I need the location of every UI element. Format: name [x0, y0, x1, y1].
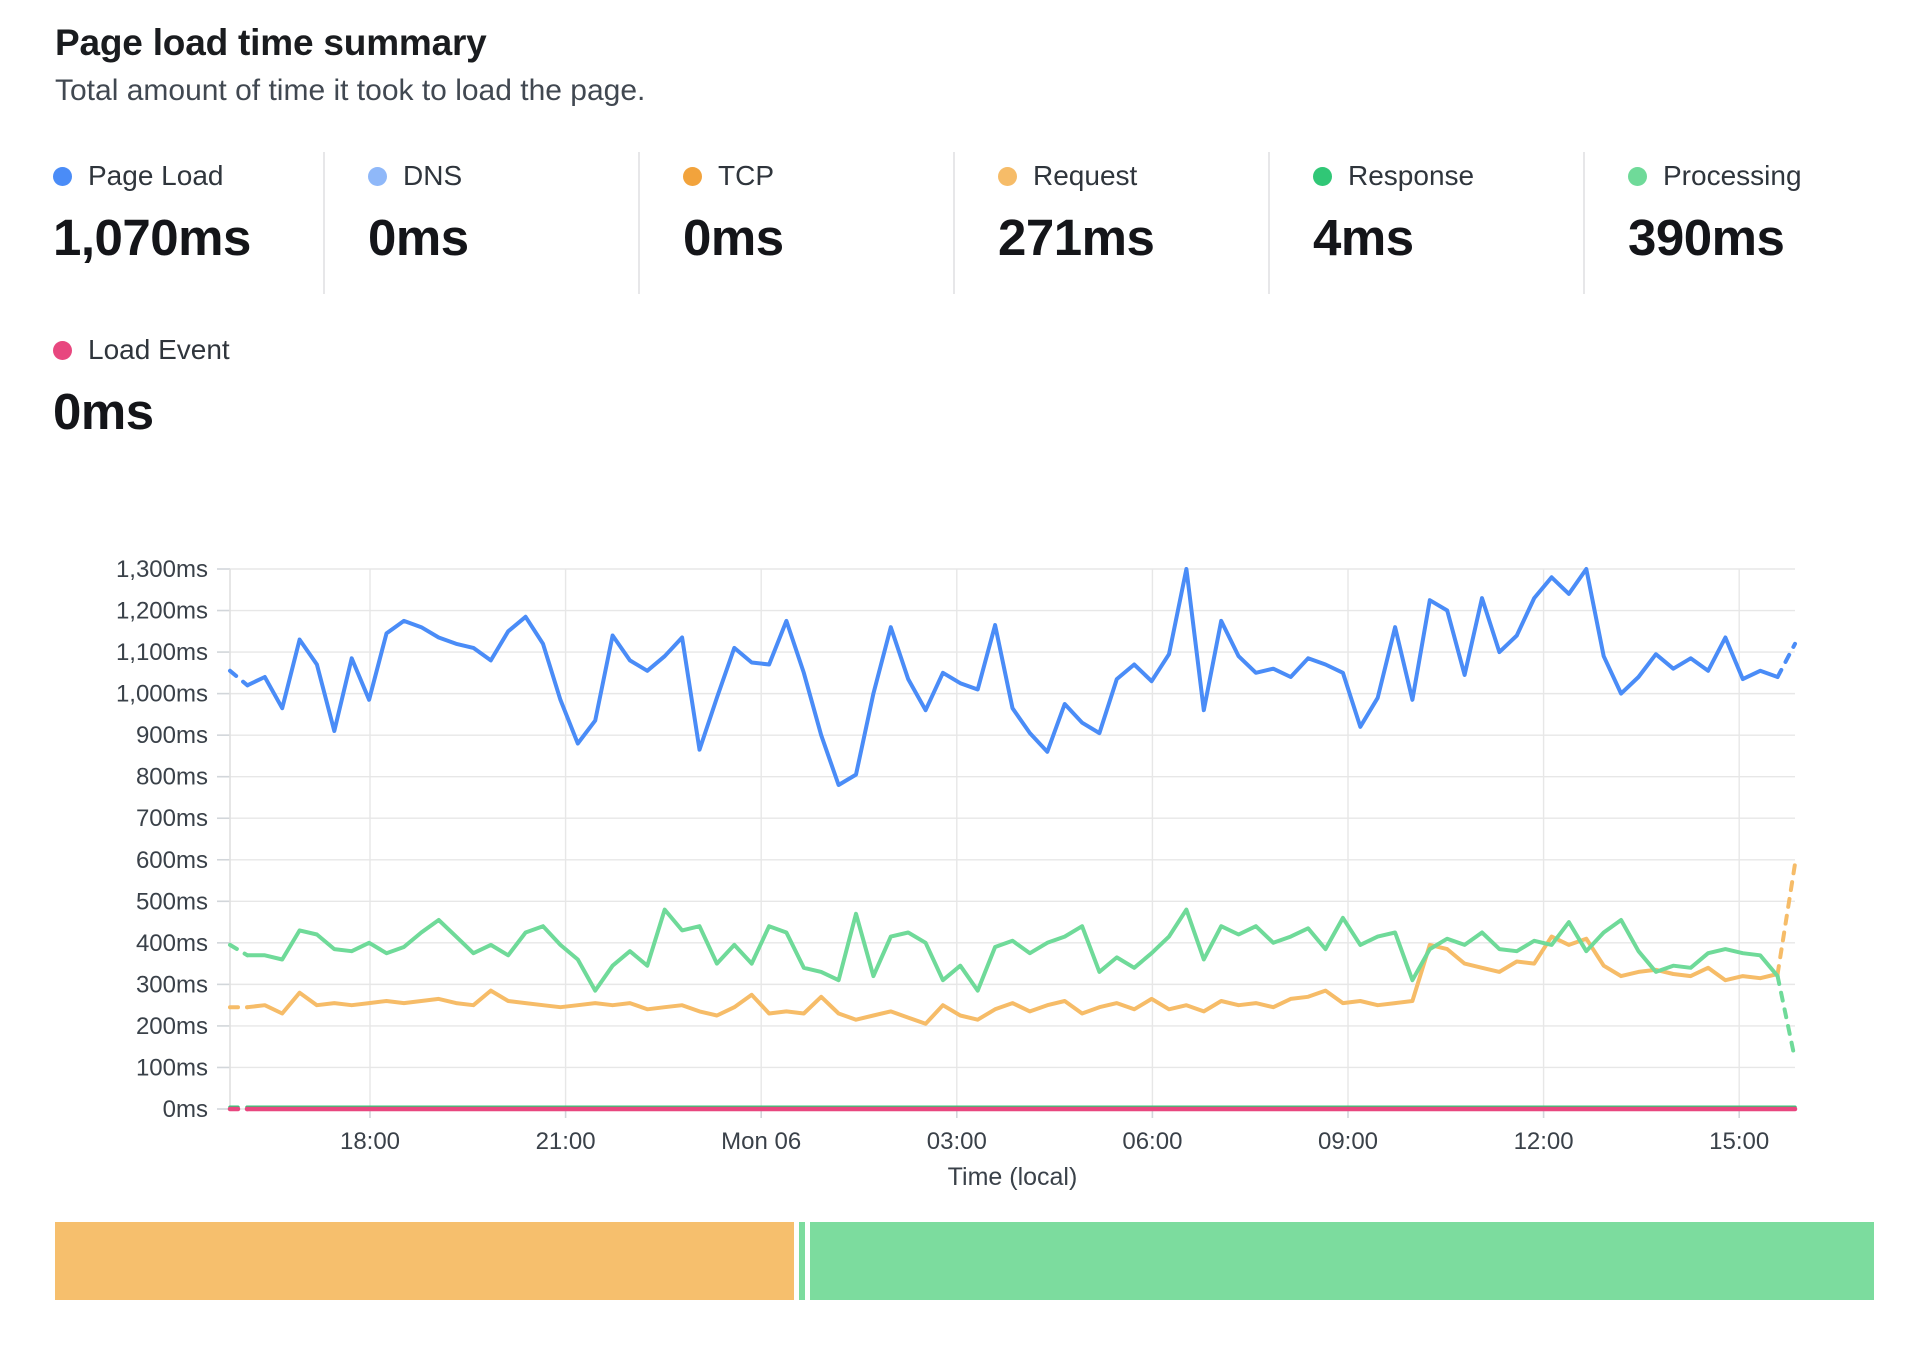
page-title: Page load time summary [55, 22, 487, 64]
y-tick-label: 400ms [136, 930, 208, 957]
stat-label: DNS [403, 160, 462, 192]
stat-value: 390ms [1628, 208, 1802, 267]
y-tick-label: 1,200ms [116, 598, 208, 625]
request-legend-dot-icon [998, 167, 1017, 186]
stat-label: Page Load [88, 160, 223, 192]
stat-label: Response [1348, 160, 1474, 192]
stat-divider [1583, 152, 1585, 294]
stat-value: 0ms [683, 208, 784, 267]
y-tick-label: 1,100ms [116, 639, 208, 666]
x-tick-label: Mon 06 [721, 1128, 801, 1155]
stat-request: Request 271ms [998, 160, 1154, 267]
stat-tcp: TCP 0ms [683, 160, 784, 267]
stat-divider [323, 152, 325, 294]
series-line-processing [1778, 976, 1795, 1059]
stat-value: 4ms [1313, 208, 1474, 267]
stat-divider [953, 152, 955, 294]
load-time-chart-svg[interactable]: 0ms 100ms 200ms 300ms 400ms 500ms 600ms 700ms 80… [0, 440, 1910, 1230]
series-line-page-load [1778, 644, 1795, 677]
series-line-page-load [230, 671, 247, 686]
x-tick-label: 12:00 [1514, 1128, 1574, 1155]
y-tick-label: 600ms [136, 847, 208, 874]
page-load-legend-dot-icon [53, 167, 72, 186]
x-tick-label: 03:00 [927, 1128, 987, 1155]
y-tick-label: 1,300ms [116, 556, 208, 583]
series-line-processing [230, 945, 247, 955]
load-event-legend-dot-icon [53, 341, 72, 360]
y-tick-label: 300ms [136, 971, 208, 998]
y-tick-label: 100ms [136, 1054, 208, 1081]
y-tick-label: 0ms [163, 1096, 208, 1123]
results-strip-segment-passing-period[interactable] [810, 1222, 1874, 1300]
stat-divider [638, 152, 640, 294]
series-line-processing [247, 910, 1777, 991]
page-load-summary-panel: Page load time summary Total amount of t… [0, 0, 1910, 1352]
x-tick-label: 09:00 [1318, 1128, 1378, 1155]
x-axis-title: Time (local) [948, 1163, 1078, 1191]
y-tick-label: 900ms [136, 722, 208, 749]
page-subtitle: Total amount of time it took to load the… [55, 74, 645, 108]
stat-response: Response 4ms [1313, 160, 1474, 267]
response-legend-dot-icon [1313, 167, 1332, 186]
stat-value: 0ms [368, 208, 469, 267]
stat-divider [1268, 152, 1270, 294]
x-tick-label: 18:00 [340, 1128, 400, 1155]
x-tick-label: 21:00 [536, 1128, 596, 1155]
y-tick-label: 500ms [136, 888, 208, 915]
stat-processing: Processing 390ms [1628, 160, 1802, 267]
y-tick-label: 800ms [136, 764, 208, 791]
check-results-strip[interactable] [55, 1222, 1874, 1300]
load-time-chart[interactable]: 0ms 100ms 200ms 300ms 400ms 500ms 600ms 700ms 80… [0, 440, 1910, 1230]
stat-label: Load Event [88, 334, 230, 366]
stat-label: Request [1033, 160, 1137, 192]
x-tick-label: 15:00 [1709, 1128, 1769, 1155]
stat-value: 1,070ms [53, 208, 251, 267]
x-tick-label: 06:00 [1122, 1128, 1182, 1155]
stat-value: 0ms [53, 382, 230, 441]
y-tick-label: 700ms [136, 805, 208, 832]
stat-dns: DNS 0ms [368, 160, 469, 267]
stat-label: TCP [718, 160, 774, 192]
results-strip-segment-degraded-period[interactable] [55, 1222, 794, 1300]
tcp-legend-dot-icon [683, 167, 702, 186]
stat-value: 271ms [998, 208, 1154, 267]
y-tick-label: 200ms [136, 1013, 208, 1040]
stat-load-event: Load Event 0ms [53, 334, 230, 441]
series-line-request [1778, 864, 1795, 974]
y-tick-label: 1,000ms [116, 681, 208, 708]
stat-page-load: Page Load 1,070ms [53, 160, 251, 267]
series-line-page-load [247, 569, 1777, 785]
stat-label: Processing [1663, 160, 1802, 192]
processing-legend-dot-icon [1628, 167, 1647, 186]
dns-legend-dot-icon [368, 167, 387, 186]
